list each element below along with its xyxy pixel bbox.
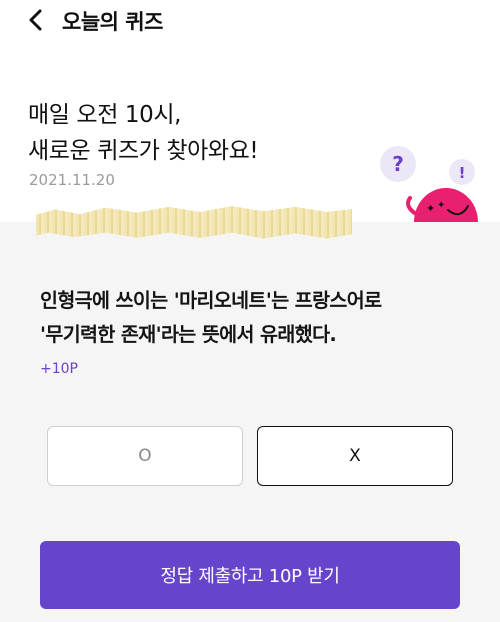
quiz-date: 2021.11.20 xyxy=(29,171,115,189)
mascot-body xyxy=(414,188,478,222)
reward-points: +10P xyxy=(40,361,78,377)
back-button[interactable] xyxy=(22,6,50,34)
mascot-eye-left: ✦ xyxy=(426,202,435,215)
chevron-left-icon xyxy=(29,9,42,31)
quiz-question-line2: '무기력한 존재'라는 뜻에서 유래했다. xyxy=(40,323,337,346)
hero-headline-line1: 매일 오전 10시, xyxy=(28,102,181,128)
mascot-eye-right: ✦ xyxy=(437,200,445,211)
answer-o-button[interactable]: O xyxy=(47,426,243,486)
answer-x-button[interactable]: X xyxy=(257,426,453,486)
quiz-mascot-illustration: ? ! ✦ ✦ xyxy=(380,146,478,222)
quiz-question-line1: 인형극에 쓰이는 '마리오네트'는 프랑스어로 xyxy=(40,289,382,312)
hero-headline-line2: 새로운 퀴즈가 찾아와요! xyxy=(28,138,259,164)
submit-answer-button[interactable]: 정답 제출하고 10P 받기 xyxy=(40,541,460,609)
mascot-arm xyxy=(406,196,418,216)
page-title: 오늘의 퀴즈 xyxy=(62,10,163,34)
question-mark-glyph: ? xyxy=(392,152,404,176)
hero-banner: 매일 오전 10시, 새로운 퀴즈가 찾아와요! 2021.11.20 ? ! … xyxy=(0,40,500,222)
app-header: 오늘의 퀴즈 xyxy=(0,0,500,40)
exclamation-glyph: ! xyxy=(459,164,466,182)
